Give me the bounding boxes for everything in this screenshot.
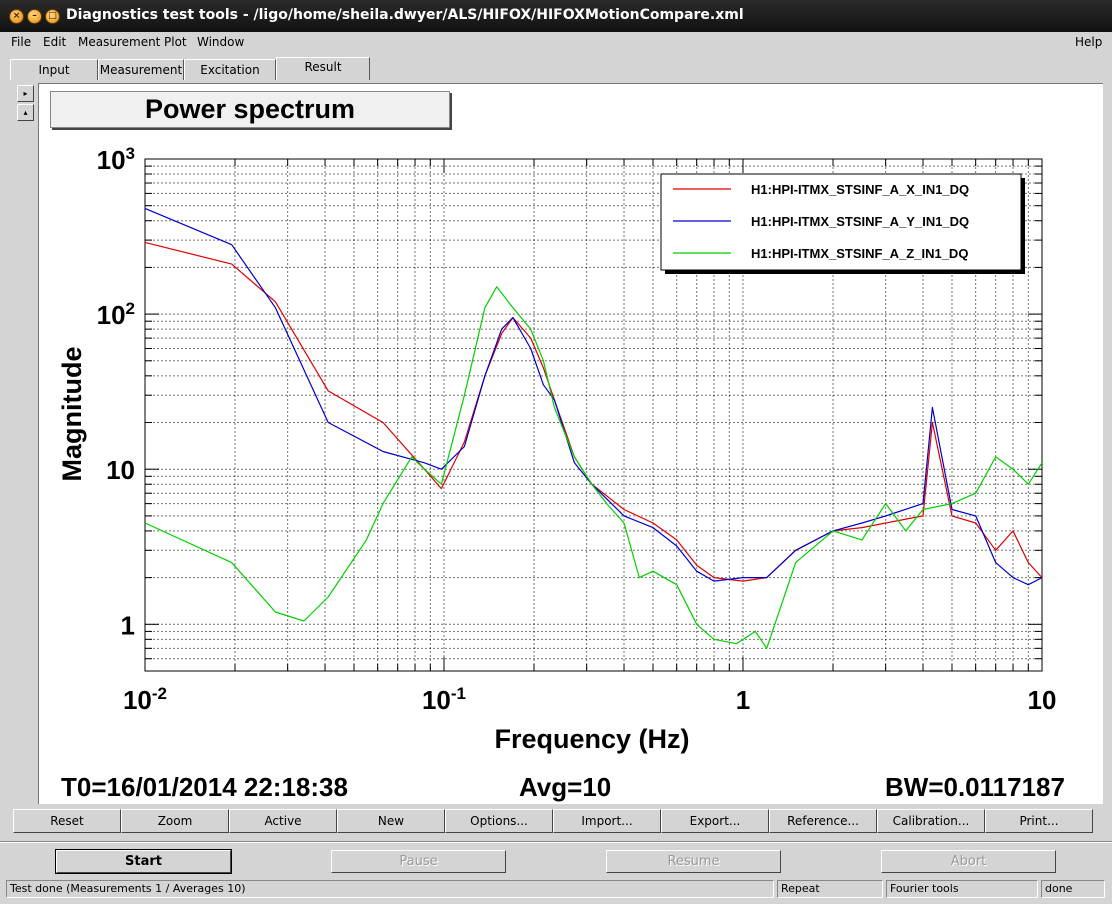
status-message: Test done (Measurements 1 / Averages 10) xyxy=(6,880,774,898)
status-tool: Fourier tools xyxy=(886,880,1038,898)
plot-title: Power spectrum xyxy=(50,91,450,128)
x-tick-label: 10-2 xyxy=(123,684,167,715)
menu-window[interactable]: Window xyxy=(197,35,244,49)
calibration-button[interactable]: Calibration... xyxy=(877,809,985,833)
spectrum-plot[interactable]: 10-2 10-1 1 10 1 10 102 103 Frequency (Hz) Magnit… xyxy=(39,84,1104,805)
zoom-button[interactable]: Zoom xyxy=(121,809,229,833)
pause-button[interactable]: Pause xyxy=(331,850,506,873)
tab-input[interactable]: Input xyxy=(10,59,98,80)
maximize-window-icon[interactable]: □ xyxy=(45,9,60,24)
status-bar: Test done (Measurements 1 / Averages 10)… xyxy=(0,879,1112,899)
legend-label-1: H1:HPI-ITMX_STSINF_A_Y_IN1_DQ xyxy=(751,214,969,229)
y-tick-label: 103 xyxy=(97,144,135,175)
x-axis-label: Frequency (Hz) xyxy=(494,724,689,754)
status-state: done xyxy=(1041,880,1105,898)
y-tick-label: 1 xyxy=(121,610,135,640)
menu-bar: File Edit Measurement Plot Window Help xyxy=(0,32,1112,54)
tab-measurement[interactable]: Measurement xyxy=(98,59,184,80)
menu-measurement[interactable]: Measurement xyxy=(78,35,160,49)
x-tick-label: 10 xyxy=(1028,685,1057,715)
title-bar: × – □ Diagnostics test tools - /ligo/hom… xyxy=(0,0,1112,32)
status-repeat: Repeat xyxy=(777,880,883,898)
x-tick-label: 10-1 xyxy=(422,684,466,715)
legend-label-0: H1:HPI-ITMX_STSINF_A_X_IN1_DQ xyxy=(751,182,969,197)
start-button[interactable]: Start xyxy=(56,850,231,873)
x-tick-label: 1 xyxy=(736,685,750,715)
tab-result[interactable]: Result xyxy=(276,57,370,80)
tab-excitation[interactable]: Excitation xyxy=(184,59,276,80)
y-tick-label: 102 xyxy=(97,299,135,330)
tab-bar: Input Measurement Excitation Result xyxy=(10,57,1102,80)
y-tick-label: 10 xyxy=(106,455,135,485)
separator xyxy=(0,841,1112,843)
menu-plot[interactable]: Plot xyxy=(164,35,187,49)
import-button[interactable]: Import... xyxy=(553,809,661,833)
export-button[interactable]: Export... xyxy=(661,809,769,833)
reset-button[interactable]: Reset xyxy=(13,809,121,833)
expand-up-icon[interactable]: ▴ xyxy=(17,104,34,121)
menu-file[interactable]: File xyxy=(11,35,31,49)
bw-label: BW=0.0117187 xyxy=(885,772,1065,802)
new-button[interactable]: New xyxy=(337,809,445,833)
active-button[interactable]: Active xyxy=(229,809,337,833)
window-title: Diagnostics test tools - /ligo/home/shei… xyxy=(66,7,744,23)
y-axis-label: Magnitude xyxy=(57,347,87,482)
menu-help[interactable]: Help xyxy=(1075,35,1102,49)
plot-toolbar: Reset Zoom Active New Options... Import.… xyxy=(13,809,1093,833)
reference-button[interactable]: Reference... xyxy=(769,809,877,833)
menu-edit[interactable]: Edit xyxy=(43,35,66,49)
t0-label: T0=16/01/2014 22:18:38 xyxy=(61,772,348,802)
plot-pane[interactable]: 10-2 10-1 1 10 1 10 102 103 Frequency (Hz) Magnit… xyxy=(38,83,1103,804)
legend-label-2: H1:HPI-ITMX_STSINF_A_Z_IN1_DQ xyxy=(751,246,968,261)
close-window-icon[interactable]: × xyxy=(9,9,24,24)
options-button[interactable]: Options... xyxy=(445,809,553,833)
resume-button[interactable]: Resume xyxy=(606,850,781,873)
print-button[interactable]: Print... xyxy=(985,809,1093,833)
avg-label: Avg=10 xyxy=(519,772,612,802)
expand-right-icon[interactable]: ▸ xyxy=(17,85,34,102)
minimize-window-icon[interactable]: – xyxy=(27,9,42,24)
abort-button[interactable]: Abort xyxy=(881,850,1056,873)
